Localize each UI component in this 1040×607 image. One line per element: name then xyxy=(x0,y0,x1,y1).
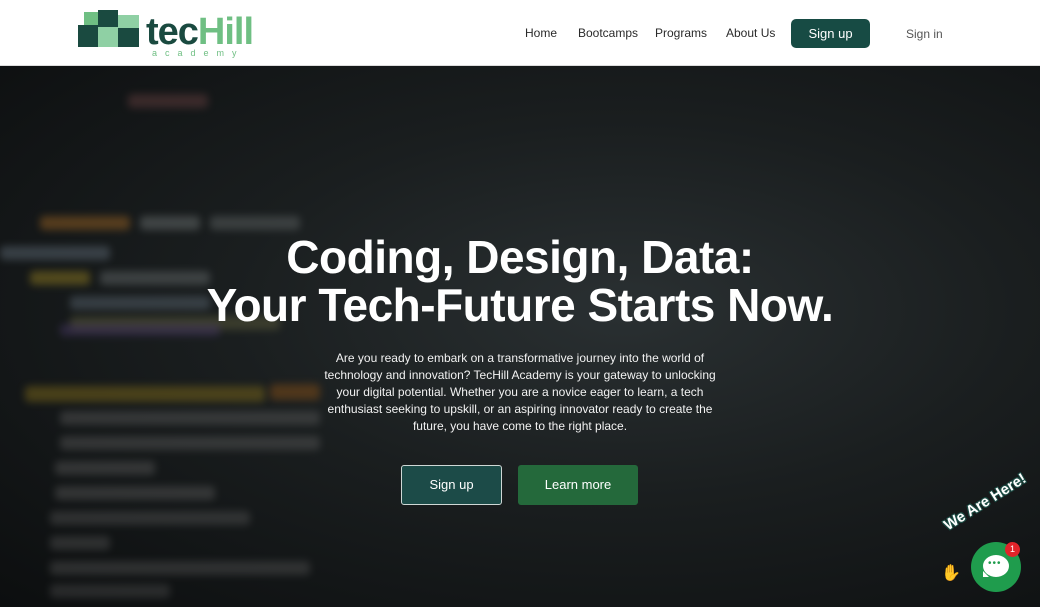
hero-title: Coding, Design, Data: Your Tech-Future S… xyxy=(0,233,1040,329)
hero-title-line1: Coding, Design, Data: xyxy=(286,231,754,283)
waving-hand-icon: ✋ xyxy=(941,565,961,582)
nav-item-home[interactable]: Home xyxy=(525,26,557,40)
chat-unread-badge: 1 xyxy=(1005,542,1020,557)
hero-description: Are you ready to embark on a transformat… xyxy=(324,351,716,433)
hero-learn-more-button[interactable]: Learn more xyxy=(518,465,638,505)
hero-section: Coding, Design, Data: Your Tech-Future S… xyxy=(0,66,1040,607)
nav-item-bootcamps[interactable]: Bootcamps xyxy=(578,26,638,40)
nav-item-programs[interactable]: Programs xyxy=(655,26,707,40)
hero-signup-button[interactable]: Sign up xyxy=(401,465,502,505)
chat-typing-dots: ••• xyxy=(988,558,1002,569)
header-signin-link[interactable]: Sign in xyxy=(906,27,943,41)
header-signup-button[interactable]: Sign up xyxy=(791,19,870,48)
nav-item-about-us[interactable]: About Us xyxy=(726,26,775,40)
main-nav: Home Bootcamps Programs About Us Sign up… xyxy=(0,0,1040,66)
chat-bubble-tail xyxy=(983,571,989,577)
hero-title-line2: Your Tech-Future Starts Now. xyxy=(206,279,834,331)
site-header: tecHill academy Home Bootcamps Programs … xyxy=(0,0,1040,66)
